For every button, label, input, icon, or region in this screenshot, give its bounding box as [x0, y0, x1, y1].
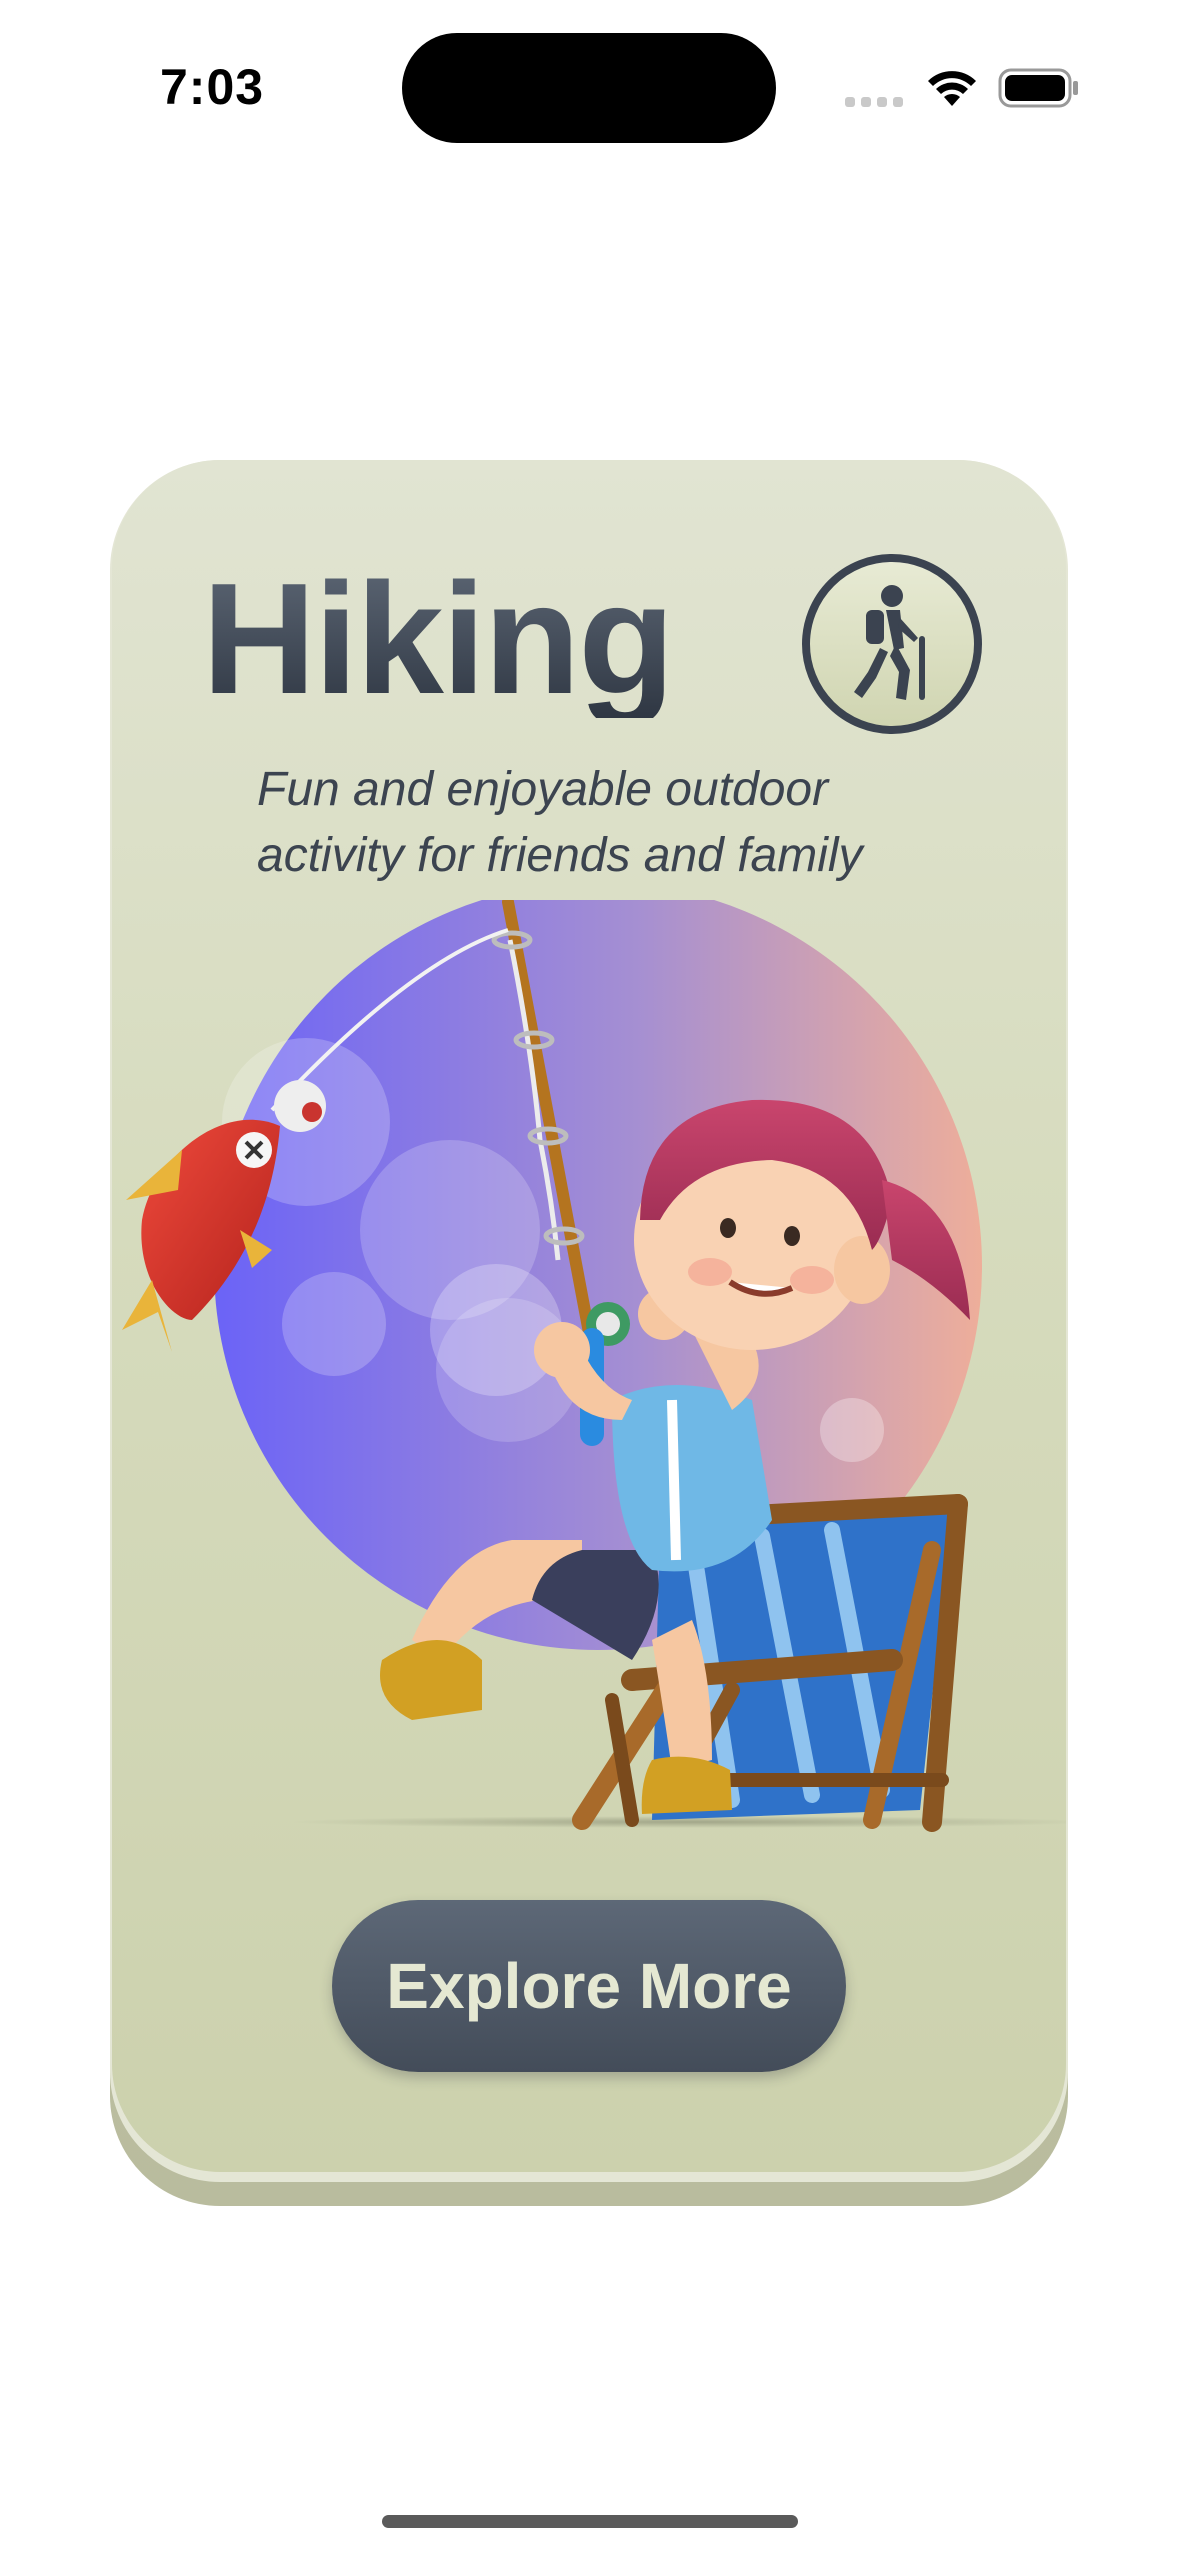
explore-more-button[interactable]: Explore More [332, 1900, 846, 2072]
card-title: Hiking [202, 551, 675, 727]
hiking-card: Hiking Fun and enjoyable outdoor activit… [112, 460, 1066, 2172]
wifi-icon [928, 71, 976, 106]
status-time: 7:03 [160, 59, 265, 115]
battery-icon [998, 68, 1078, 108]
girl-fishing-illustration [122, 900, 1066, 1832]
home-indicator[interactable] [382, 2515, 798, 2528]
cellular-signal-icon [845, 97, 903, 107]
dynamic-island [402, 33, 776, 143]
screen: 7:03 Hiking Fun and enjoyable outdoor ac… [0, 0, 1179, 2556]
card-subtitle: Fun and enjoyable outdoor activity for f… [257, 763, 863, 882]
hiker-icon [802, 554, 982, 734]
